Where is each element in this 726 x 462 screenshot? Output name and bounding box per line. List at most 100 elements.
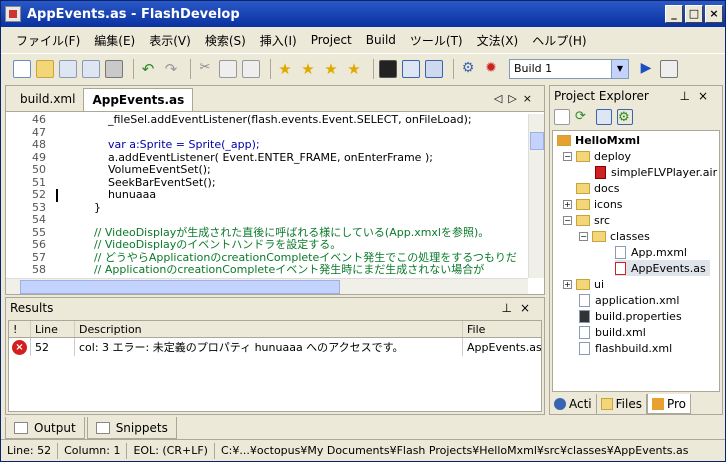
as-file-icon bbox=[615, 261, 626, 275]
tree-node-file[interactable]: application.xml bbox=[579, 292, 679, 308]
tab-actions[interactable]: Acti bbox=[550, 394, 597, 414]
tree-node-folder[interactable]: + icons bbox=[563, 196, 623, 212]
menu-edit[interactable]: 編集(E) bbox=[87, 32, 142, 49]
tree-node-folder[interactable]: − classes bbox=[579, 228, 650, 244]
column-header[interactable]: File bbox=[463, 321, 541, 337]
bookmark-toggle-icon[interactable]: ★ bbox=[276, 60, 294, 78]
bookmark-clear-icon[interactable]: ★ bbox=[345, 60, 363, 78]
code-editor-pane: build.xml AppEvents.as ◁▷× 46 _fileSel.a… bbox=[5, 85, 545, 295]
properties-icon[interactable] bbox=[596, 109, 612, 125]
print-icon[interactable] bbox=[105, 59, 123, 78]
folder-icon bbox=[576, 150, 590, 162]
tree-node-folder[interactable]: − deploy bbox=[563, 148, 631, 164]
scroll-thumb[interactable] bbox=[530, 132, 544, 150]
tree-node-file[interactable]: build.xml bbox=[579, 324, 646, 340]
editor-horizontal-scrollbar[interactable] bbox=[6, 278, 528, 294]
code-line: 53 } bbox=[6, 201, 528, 215]
undo-icon[interactable]: ↶ bbox=[139, 60, 157, 78]
menu-build[interactable]: Build bbox=[359, 33, 403, 47]
save-icon[interactable] bbox=[59, 59, 77, 78]
test-movie-icon[interactable] bbox=[660, 59, 678, 78]
open-file-icon[interactable] bbox=[36, 59, 54, 78]
expand-icon[interactable]: + bbox=[563, 279, 572, 289]
project-explorer-panel: Project Explorer ⊥× ⟳ ⚙ HelloMxml − deplo… bbox=[549, 85, 723, 415]
tree-node-folder[interactable]: − src bbox=[563, 212, 610, 228]
settings-gear-icon[interactable]: ⚙ bbox=[617, 109, 633, 125]
folder-icon bbox=[576, 182, 590, 194]
new-file-icon[interactable] bbox=[13, 59, 31, 78]
error-icon: × bbox=[12, 339, 27, 355]
book-icon[interactable] bbox=[425, 59, 443, 78]
new-file-icon[interactable] bbox=[554, 109, 570, 125]
tab-appevents-as[interactable]: AppEvents.as bbox=[83, 88, 194, 111]
collapse-icon[interactable]: − bbox=[563, 151, 572, 161]
tab-navigation[interactable]: ◁▷× bbox=[494, 92, 538, 105]
redo-icon[interactable]: ↷ bbox=[162, 60, 180, 78]
menu-insert[interactable]: 挿入(I) bbox=[253, 32, 304, 49]
tab-output[interactable]: Output bbox=[5, 417, 85, 439]
code-line: 56 // VideoDisplayのイベントハンドラを設定する。 bbox=[6, 238, 528, 252]
menu-project[interactable]: Project bbox=[304, 33, 359, 47]
chevron-down-icon[interactable]: ▼ bbox=[611, 59, 628, 78]
paste-icon[interactable] bbox=[242, 59, 260, 78]
column-header[interactable]: Line bbox=[31, 321, 75, 337]
line-number: 46 bbox=[32, 114, 46, 126]
save-all-icon[interactable] bbox=[82, 59, 100, 78]
minimize-button[interactable]: _ bbox=[665, 5, 683, 23]
collapse-icon[interactable]: − bbox=[563, 215, 572, 225]
status-column: Column: 1 bbox=[58, 442, 128, 459]
tab-snippets[interactable]: Snippets bbox=[86, 417, 177, 439]
cut-icon[interactable]: ✂ bbox=[196, 60, 214, 78]
copy-icon[interactable] bbox=[219, 59, 237, 78]
status-path: C:¥...¥octopus¥My Documents¥Flash Projec… bbox=[220, 443, 689, 457]
menu-view[interactable]: 表示(V) bbox=[142, 32, 198, 49]
refresh-icon[interactable]: ⟳ bbox=[575, 109, 591, 125]
menu-search[interactable]: 検索(S) bbox=[198, 32, 253, 49]
collapse-icon[interactable]: − bbox=[579, 231, 588, 241]
tree-node-folder[interactable]: docs bbox=[576, 180, 620, 196]
air-file-icon bbox=[595, 165, 606, 179]
debug-bug-icon[interactable]: ✹ bbox=[482, 60, 500, 78]
code-area[interactable]: 46 _fileSel.addEventListener(flash.event… bbox=[6, 114, 528, 278]
tree-node-file[interactable]: simpleFLVPlayer.air bbox=[595, 164, 717, 180]
pin-close-controls[interactable]: ⊥× bbox=[501, 301, 538, 315]
column-header[interactable]: ! bbox=[9, 321, 31, 337]
tree-node-file[interactable]: build.properties bbox=[579, 308, 682, 324]
status-line: Line: 52 bbox=[1, 442, 59, 459]
code-line: 48 var a:Sprite = Sprite(_app); bbox=[6, 138, 528, 152]
tab-files[interactable]: Files bbox=[597, 394, 647, 414]
tab-label: Output bbox=[34, 420, 76, 435]
line-number: 52 bbox=[32, 188, 46, 201]
editor-tab-strip: build.xml AppEvents.as ◁▷× bbox=[6, 86, 544, 112]
code-text: _fileSel.addEventListener(flash.events.E… bbox=[66, 114, 472, 126]
tree-node-file[interactable]: flashbuild.xml bbox=[579, 340, 672, 356]
results-header: Results ⊥× bbox=[6, 298, 544, 318]
run-play-icon[interactable]: ▶ bbox=[637, 60, 655, 78]
folder-icon bbox=[600, 398, 613, 410]
command-prompt-icon[interactable] bbox=[379, 59, 397, 78]
column-header[interactable]: Description bbox=[75, 321, 463, 337]
bookmark-next-icon[interactable]: ★ bbox=[299, 60, 317, 78]
window-icon[interactable] bbox=[402, 59, 420, 78]
scroll-thumb[interactable] bbox=[20, 280, 340, 294]
close-button[interactable]: × bbox=[705, 5, 723, 23]
menu-tools[interactable]: ツール(T) bbox=[403, 32, 470, 49]
tree-node-project[interactable]: HelloMxml bbox=[557, 132, 640, 148]
tab-project[interactable]: Pro bbox=[646, 394, 692, 414]
settings-gear-icon[interactable]: ⚙ bbox=[459, 60, 477, 78]
tab-build-xml[interactable]: build.xml bbox=[12, 88, 83, 111]
menu-syntax[interactable]: 文法(X) bbox=[470, 32, 526, 49]
tree-node-folder[interactable]: + ui bbox=[563, 276, 604, 292]
editor-vertical-scrollbar[interactable] bbox=[528, 114, 544, 278]
menu-file[interactable]: ファイル(F) bbox=[9, 32, 87, 49]
tree-node-file[interactable]: App.mxml bbox=[615, 244, 687, 260]
build-config-select[interactable]: Build 1 ▼ bbox=[509, 58, 629, 79]
table-row[interactable]: × 52 col: 3 エラー: 未定義のプロパティ hunuaaa へのアクセ… bbox=[9, 338, 541, 356]
tree-node-file-selected[interactable]: AppEvents.as bbox=[615, 260, 710, 276]
pin-close-controls[interactable]: ⊥× bbox=[679, 89, 716, 103]
project-icon bbox=[651, 397, 664, 410]
maximize-button[interactable]: □ bbox=[685, 5, 703, 23]
expand-icon[interactable]: + bbox=[563, 199, 572, 209]
bookmark-prev-icon[interactable]: ★ bbox=[322, 60, 340, 78]
menu-help[interactable]: ヘルプ(H) bbox=[525, 32, 593, 49]
